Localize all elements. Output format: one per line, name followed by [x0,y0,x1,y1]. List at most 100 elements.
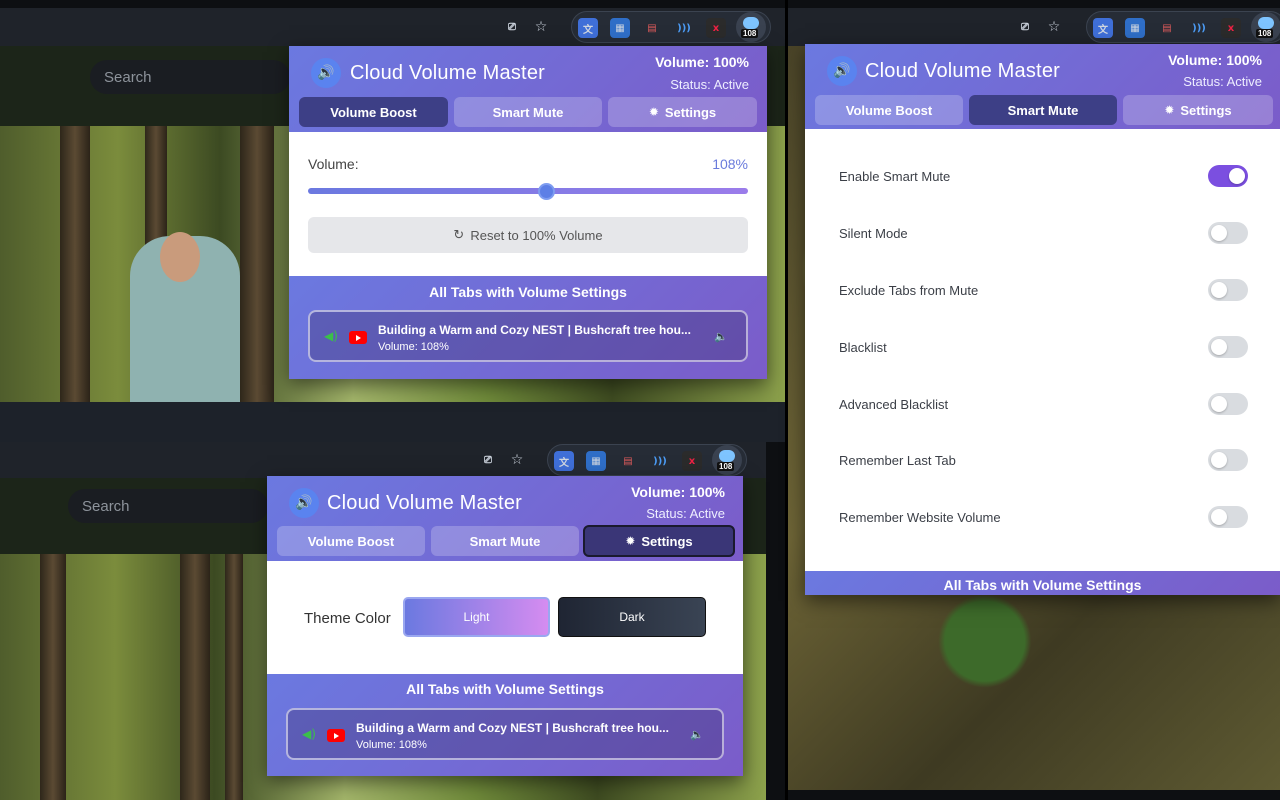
tree-trunk [40,554,66,800]
search-input[interactable]: Search [68,489,268,523]
tab-settings[interactable]: ✹ Settings [583,525,735,557]
youtube-icon [327,729,345,742]
tab-entry-title: Building a Warm and Cozy NEST | Bushcraf… [378,323,691,337]
tab-entry[interactable]: ◀) Building a Warm and Cozy NEST | Bushc… [308,310,748,362]
reset-icon: ↻ [453,227,465,243]
extension-x-icon[interactable]: x [1221,18,1241,38]
tab-label: Smart Mute [1007,102,1079,118]
search-input[interactable]: Search [90,60,290,94]
tab-smart-mute[interactable]: Smart Mute [454,97,602,127]
calendar-icon[interactable]: ▤ [642,18,662,38]
silent-mode-toggle[interactable] [1208,222,1248,244]
exclude-tabs-toggle[interactable] [1208,279,1248,301]
tab-settings[interactable]: ✹ Settings [608,97,757,127]
option-label: Advanced Blacklist [839,397,949,412]
reset-volume-button[interactable]: ↻ Reset to 100% Volume [308,217,748,253]
tree-trunk [60,126,90,402]
remember-website-volume-toggle[interactable] [1208,506,1248,528]
browser-toolbar-top-left: ⎚ ☆ 文 ▦ ▤ ))) x 108 [0,8,785,46]
wireless-icon[interactable]: ))) [674,18,694,38]
wireless-icon[interactable]: ))) [1189,18,1209,38]
tab-entry-volume: Volume: 108% [356,739,427,751]
install-app-icon[interactable]: ⎚ [478,450,498,470]
tab-label: Smart Mute [492,104,564,120]
install-app-icon[interactable]: ⎚ [1015,17,1035,37]
bookmark-star-icon[interactable]: ☆ [1044,17,1064,37]
layout-icon[interactable]: ▦ [1125,18,1145,38]
volume-slider-track[interactable] [308,188,748,194]
volume-status: Volume: 100% [655,54,749,70]
status-text: Status: Active [646,506,725,521]
extension-badge: 108 [741,29,759,38]
tab-entry[interactable]: ◀) Building a Warm and Cozy NEST | Bushc… [286,708,724,760]
mute-tab-icon[interactable]: 🔈 [714,330,728,343]
enable-smart-mute-toggle[interactable] [1208,165,1248,187]
extensions-tray: 文 ▦ ▤ ))) x 108 [547,444,747,476]
browser-toolbar-bottom-left: ⎚ ☆ 文 ▦ ▤ ))) x 108 [0,442,766,478]
theme-light-button[interactable]: Light [403,597,550,637]
tree-trunk [225,554,243,800]
volume-slider-thumb[interactable] [537,183,555,200]
all-tabs-section: All Tabs with Volume Settings ◀) Buildin… [267,674,743,776]
all-tabs-section: All Tabs with Volume Settings [805,571,1280,595]
tab-label: Volume Boost [845,102,933,118]
cloud-icon [719,450,735,462]
layout-icon[interactable]: ▦ [586,451,606,471]
speaker-logo-icon: 🔊 [311,58,341,88]
advanced-blacklist-toggle[interactable] [1208,393,1248,415]
wireless-icon[interactable]: ))) [650,451,670,471]
speaker-logo-icon: 🔊 [827,56,857,86]
volume-popup-smart-mute: 🔊 Cloud Volume Master Volume: 100% Statu… [805,44,1280,595]
calendar-icon[interactable]: ▤ [618,451,638,471]
install-app-icon[interactable]: ⎚ [502,17,522,37]
translate-icon[interactable]: 文 [554,451,574,471]
page-strip [0,402,785,442]
tab-label: Settings [1180,102,1232,118]
status-text: Status: Active [1183,74,1262,89]
volume-extension-button[interactable]: 108 [736,12,766,42]
person-head [160,232,200,282]
extension-x-icon[interactable]: x [706,18,726,38]
tab-smart-mute[interactable]: Smart Mute [431,526,579,556]
popup-header: 🔊 Cloud Volume Master Volume: 100% Statu… [805,44,1280,129]
speaker-green-icon: ◀) [324,329,338,343]
extension-badge: 108 [1256,29,1274,38]
volume-status: Volume: 100% [1168,52,1262,68]
speaker-logo-icon: 🔊 [289,488,319,518]
tab-smart-mute[interactable]: Smart Mute [969,95,1117,125]
tab-volume-boost[interactable]: Volume Boost [815,95,963,125]
translate-icon[interactable]: 文 [578,18,598,38]
option-label: Exclude Tabs from Mute [839,283,979,298]
volume-status: Volume: 100% [631,484,725,500]
gear-icon: ✹ [648,105,659,119]
translate-icon[interactable]: 文 [1093,18,1113,38]
youtube-icon [349,331,367,344]
option-label: Silent Mode [839,226,908,241]
tab-entry-title: Building a Warm and Cozy NEST | Bushcraf… [356,721,669,735]
tab-settings[interactable]: ✹ Settings [1123,95,1273,125]
extensions-tray: 文 ▦ ▤ ))) x 108 [571,11,771,43]
theme-dark-button[interactable]: Dark [558,597,706,637]
cloud-icon [1258,17,1274,29]
mute-tab-icon[interactable]: 🔈 [690,728,704,741]
all-tabs-title: All Tabs with Volume Settings [406,681,604,697]
bookmark-star-icon[interactable]: ☆ [507,450,527,470]
tab-label: Volume Boost [330,104,417,120]
extension-x-icon[interactable]: x [682,451,702,471]
reset-label: Reset to 100% Volume [470,227,603,243]
tree-trunk [180,554,210,800]
option-label: Remember Website Volume [839,510,1001,525]
layout-icon[interactable]: ▦ [610,18,630,38]
calendar-icon[interactable]: ▤ [1157,18,1177,38]
bookmark-star-icon[interactable]: ☆ [531,17,551,37]
tab-volume-boost[interactable]: Volume Boost [299,97,448,127]
theme-light-label: Light [463,610,490,624]
tab-volume-boost[interactable]: Volume Boost [277,526,425,556]
volume-label: Volume: [308,156,359,172]
volume-extension-button[interactable]: 108 [1251,12,1280,42]
popup-header: 🔊 Cloud Volume Master Volume: 100% Statu… [289,46,767,132]
blacklist-toggle[interactable] [1208,336,1248,358]
speaker-green-icon: ◀) [302,727,316,741]
volume-extension-button[interactable]: 108 [712,445,742,475]
remember-last-tab-toggle[interactable] [1208,449,1248,471]
